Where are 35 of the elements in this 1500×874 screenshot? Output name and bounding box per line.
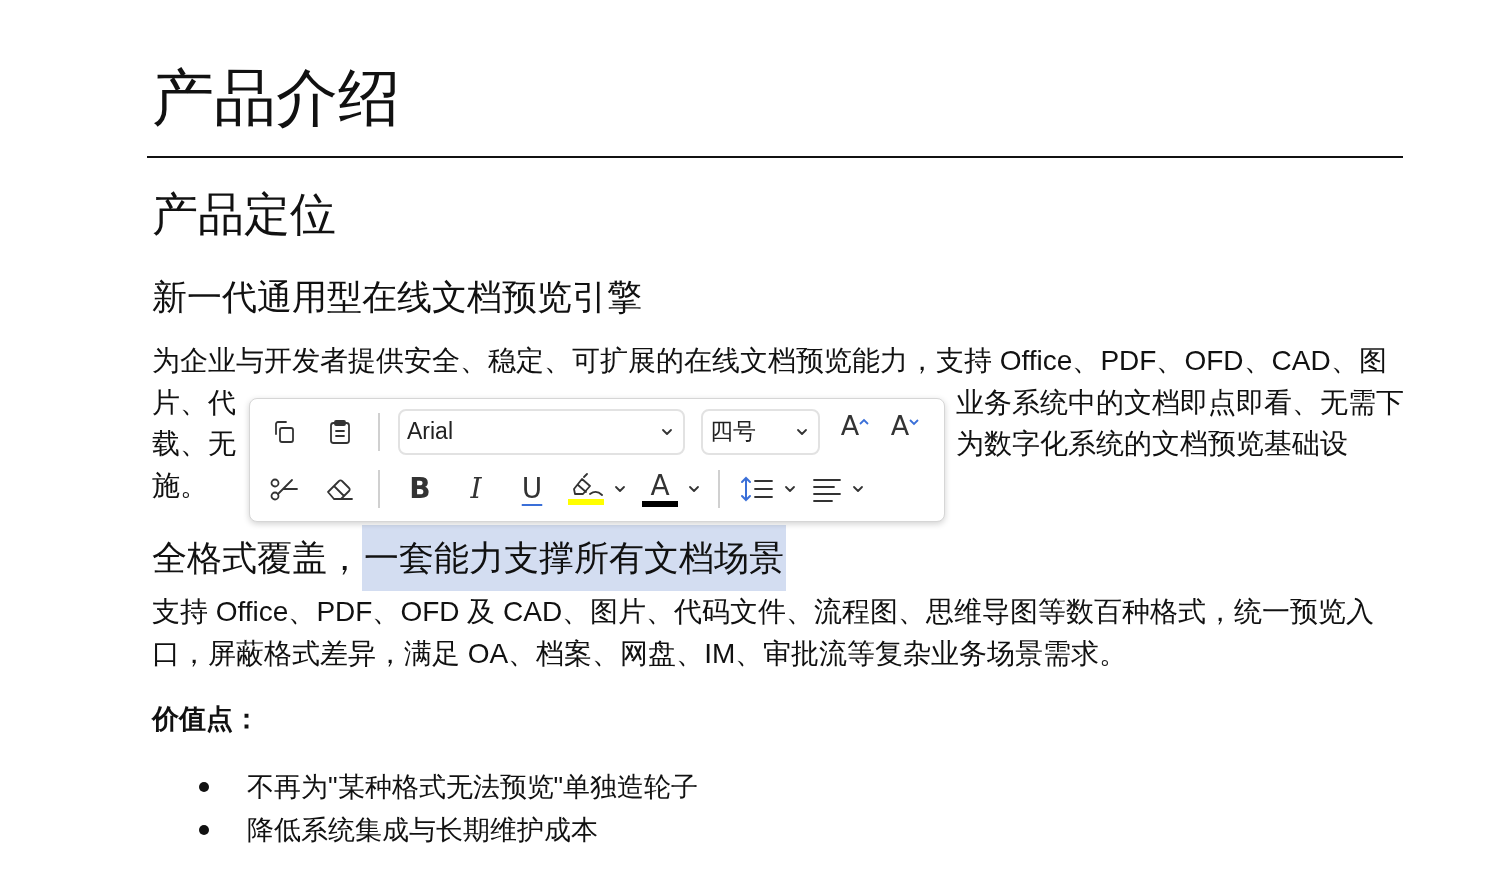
subheading: 新一代通用型在线文档预览引擎 [152,276,643,318]
clipboard-icon [327,418,353,445]
font-color-button[interactable]: A [642,466,700,511]
line-spacing-icon [740,474,774,503]
caret-up-icon [859,417,870,426]
paragraph-text: 为企业与开发者提供安全、稳定、可扩展的在线文档预览能力，支持 Office、PDF、OFD、CAD、图 [152,345,1387,376]
caret-icon [784,484,796,493]
paragraph-text: 载、无 [152,427,236,461]
paragraph-text: 片、代 [152,385,236,420]
value-label: 价值点： [152,703,261,736]
caret-down-icon [909,417,920,426]
underline-button[interactable]: U [512,466,552,511]
paragraph-text: 业务系统中的文档即点即看、无需下 [956,385,1404,420]
caret-icon [614,484,626,493]
list-item-text: 不再为"某种格式无法预览"单独造轮子 [247,770,699,804]
document-title: 产品介绍 [147,58,1403,158]
bold-button[interactable]: B [400,466,440,511]
italic-button[interactable]: I [456,466,496,511]
font-size-dropdown[interactable]: 四号 [701,408,820,455]
section-heading: 产品定位 [152,187,337,242]
caret-icon [661,427,673,436]
list-item-text: 降低系统集成与长期维护成本 [247,813,598,847]
paragraph-text: 支持 Office、PDF、OFD 及 CAD、图片、代码文件、流程图、思维导图等数百种格式，统一预览入口，屏蔽格式差异，满足 OA、档案、网盘、IM、审批流等复杂业务场景需求。 [152,595,1376,671]
bullet-icon [199,781,209,792]
grow-font-button[interactable]: A [838,409,872,454]
paragraph-text: 为数字化系统的文档预览基础设 [956,427,1348,461]
shrink-font-button[interactable]: A [888,409,922,454]
selected-text: 一套能力支撑所有文档场景 [362,525,786,591]
bullet-icon [199,824,209,835]
caret-icon [688,484,700,493]
caret-icon [852,484,864,493]
caret-icon [796,427,808,436]
font-dropdown[interactable]: Arial [398,408,685,455]
heading-text: 全格式覆盖， [152,537,362,579]
paragraph-text: 施。 [152,469,208,501]
